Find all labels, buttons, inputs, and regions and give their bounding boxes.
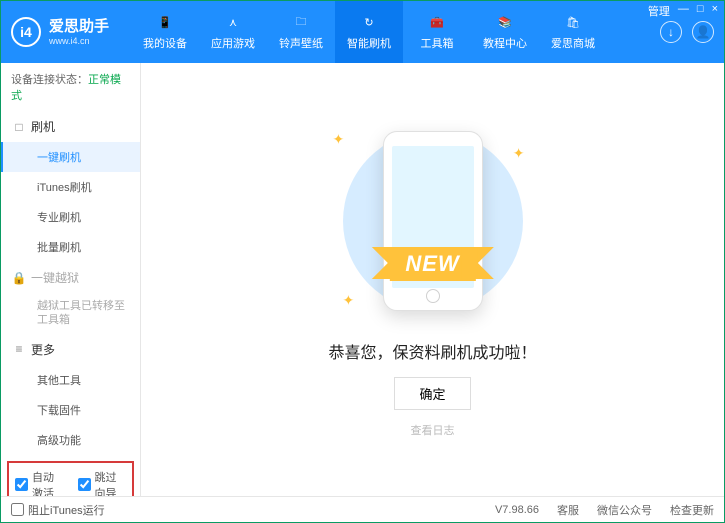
maximize-button[interactable]: □ [697,3,704,19]
menu-icon: ≡ [13,343,25,355]
brand: i4 爱思助手 www.i4.cn [11,17,131,47]
connection-status: 设备连接状态：正常模式 [1,63,140,111]
confirm-button[interactable]: 确定 [394,377,470,410]
main-content: ✦ ✦ ✦ NEW 恭喜您，保资料刷机成功啦！ 确定 查看日志 [141,63,724,496]
checkbox-label: 阻止iTunes运行 [28,502,105,518]
view-log-link[interactable]: 查看日志 [411,422,455,438]
close-button[interactable]: × [712,3,718,19]
download-button[interactable]: ↓ [660,21,682,43]
auto-activate-input[interactable] [15,478,28,491]
ringtone-icon: 🗀 [292,13,310,31]
tab-label: 爱思商城 [551,35,595,51]
header-right: ↓ 👤 [660,21,714,43]
block-itunes-checkbox[interactable]: 阻止iTunes运行 [11,502,105,518]
group-jailbreak: 🔒 一键越狱 [1,262,140,293]
sparkle-icon: ✦ [343,292,355,309]
tab-label: 铃声壁纸 [279,35,323,51]
tab-tutorials[interactable]: 📚 教程中心 [471,1,539,63]
group-more[interactable]: ≡ 更多 [1,334,140,365]
version-text: V7.98.66 [495,504,539,516]
skip-guide-checkbox[interactable]: 跳过向导 [78,469,127,496]
sparkle-icon: ✦ [513,145,525,162]
toolbox-icon: 🧰 [428,13,446,31]
conn-label: 设备连接状态： [11,74,88,86]
success-message: 恭喜您，保资料刷机成功啦！ [328,339,536,363]
block-itunes-input[interactable] [11,503,24,516]
wechat-link[interactable]: 微信公众号 [597,502,652,518]
user-button[interactable]: 👤 [692,21,714,43]
tab-store[interactable]: 🛍 爱思商城 [539,1,607,63]
flash-icon: ↻ [360,13,378,31]
nav-tabs: 📱 我的设备 ⋏ 应用游戏 🗀 铃声壁纸 ↻ 智能刷机 🧰 工具箱 📚 教程中心 🛍 爱思商城 [131,1,660,63]
sidebar-item-batch-flash[interactable]: 批量刷机 [1,232,140,262]
group-flash[interactable]: □ 刷机 [1,111,140,142]
group-label: 一键越狱 [31,269,79,286]
tab-apps-games[interactable]: ⋏ 应用游戏 [199,1,267,63]
group-label: 刷机 [31,118,55,135]
auto-activate-checkbox[interactable]: 自动激活 [15,469,64,496]
new-ribbon: NEW [389,247,475,281]
sparkle-icon: ✦ [333,131,345,148]
flash-group-icon: □ [13,121,25,133]
tab-toolbox[interactable]: 🧰 工具箱 [403,1,471,63]
logo-icon: i4 [11,17,41,47]
checkbox-label: 自动激活 [32,469,64,496]
checkbox-label: 跳过向导 [95,469,127,496]
sidebar-item-download-firmware[interactable]: 下载固件 [1,395,140,425]
group-label: 更多 [31,341,55,358]
tab-my-device[interactable]: 📱 我的设备 [131,1,199,63]
tab-label: 智能刷机 [347,35,391,51]
skip-guide-input[interactable] [78,478,91,491]
support-link[interactable]: 客服 [557,502,579,518]
brand-url: www.i4.cn [49,36,109,47]
jailbreak-note: 越狱工具已转移至工具箱 [1,293,140,334]
tab-label: 我的设备 [143,35,187,51]
sidebar-item-other-tools[interactable]: 其他工具 [1,365,140,395]
brand-title: 爱思助手 [49,18,109,36]
tab-ringtones[interactable]: 🗀 铃声壁纸 [267,1,335,63]
sidebar-item-itunes-flash[interactable]: iTunes刷机 [1,172,140,202]
tab-label: 工具箱 [421,35,454,51]
tutorial-icon: 📚 [496,13,514,31]
status-bar: 阻止iTunes运行 V7.98.66 客服 微信公众号 检查更新 [1,496,724,522]
tab-label: 应用游戏 [211,35,255,51]
app-header: 管理 — □ × i4 爱思助手 www.i4.cn 📱 我的设备 ⋏ 应用游戏 🗀… [1,1,724,63]
minimize-button[interactable]: — [678,3,689,19]
tab-label: 教程中心 [483,35,527,51]
phone-illustration [383,131,483,311]
tab-smart-flash[interactable]: ↻ 智能刷机 [335,1,403,63]
apps-icon: ⋏ [224,13,242,31]
sidebar-item-advanced[interactable]: 高级功能 [1,425,140,455]
check-update-link[interactable]: 检查更新 [670,502,714,518]
device-icon: 📱 [156,13,174,31]
sidebar-item-one-click-flash[interactable]: 一键刷机 [1,142,140,172]
sidebar-item-pro-flash[interactable]: 专业刷机 [1,202,140,232]
lock-icon: 🔒 [13,272,25,284]
menu-button[interactable]: 管理 [648,3,670,19]
window-controls: 管理 — □ × [648,3,718,19]
options-box: 自动激活 跳过向导 [7,461,134,496]
store-icon: 🛍 [564,13,582,31]
sidebar: 设备连接状态：正常模式 □ 刷机 一键刷机 iTunes刷机 专业刷机 批量刷机… [1,63,141,496]
success-illustration: ✦ ✦ ✦ NEW [303,121,563,321]
